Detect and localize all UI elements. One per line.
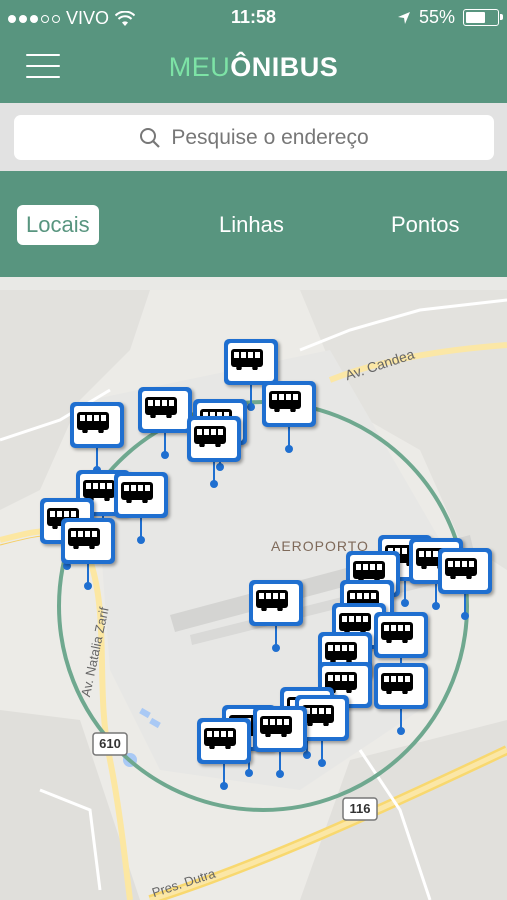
logo-light: MEU [168,52,231,82]
bus-icon [68,528,100,549]
logo-bold: ÔNIBUS [230,52,339,82]
bus-stop-pin[interactable] [374,663,432,735]
battery-icon [463,9,503,26]
bus-icon [339,613,371,634]
bus-stop-pin[interactable] [374,612,432,684]
bus-stop-pin[interactable] [61,518,119,590]
search-placeholder: Pesquise o endereço [171,125,369,149]
tab-pontos[interactable]: Pontos [391,205,460,245]
tab-locais[interactable]: Locais [17,205,99,245]
bus-icon [256,590,288,611]
bus-icon [381,622,413,643]
bus-icon [325,642,357,663]
bus-icon [77,412,109,433]
bus-stop-pin[interactable] [249,580,307,652]
status-right: 55% [397,7,503,28]
battery-percent: 55% [418,7,455,27]
bus-icon [260,716,292,737]
bus-icon [353,561,385,582]
bus-stop-pin[interactable] [197,718,255,790]
bus-icon [121,482,153,503]
highway-shield-610: 610 [99,736,121,751]
bus-stop-pin[interactable] [70,402,128,474]
app-logo: MEUÔNIBUS [0,52,507,83]
status-bar: VIVO 11:58 55% [0,0,507,34]
bus-stop-pin[interactable] [114,472,172,544]
tab-bar: Locais Linhas Pontos [0,171,507,277]
bus-stop-pin[interactable] [262,381,320,453]
bus-icon [231,349,263,370]
bus-icon [381,673,413,694]
location-arrow-icon [397,11,410,24]
search-input[interactable]: Pesquise o endereço [14,115,494,160]
bus-stop-pin[interactable] [187,416,245,488]
bus-icon [445,558,477,579]
app-header: VIVO 11:58 55% MEUÔNIBUS [0,0,507,103]
bus-stop-pin[interactable] [438,548,496,620]
bus-icon [204,728,236,749]
search-bar-container: Pesquise o endereço [0,103,507,171]
bus-icon [145,397,177,418]
tab-linhas[interactable]: Linhas [219,205,284,245]
bus-icon [269,391,301,412]
bus-stop-pin[interactable] [253,706,311,778]
map-view[interactable]: AEROPORTO Av. Candea Av. Natalia Zarif P… [0,290,507,900]
bus-icon [194,426,226,447]
bus-icon [83,480,115,501]
search-icon [140,127,161,148]
highway-shield-116: 116 [349,801,371,816]
